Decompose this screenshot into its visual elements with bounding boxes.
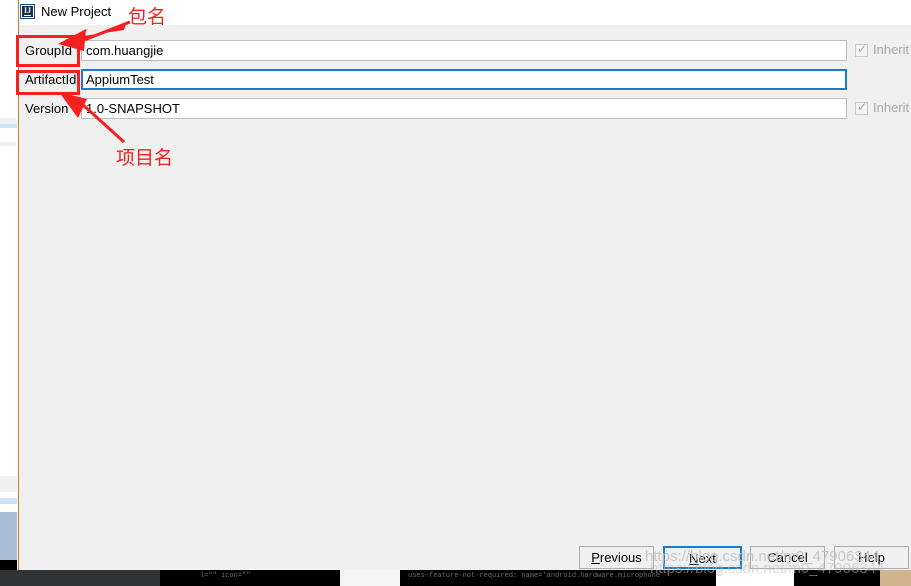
intellij-idea-icon: IJ: [20, 4, 35, 19]
groupid-inherit-label: Inherit: [873, 42, 910, 57]
version-input[interactable]: 1.0-SNAPSHOT: [81, 98, 847, 119]
previous-button[interactable]: Previous: [579, 546, 654, 569]
version-label: Version: [25, 101, 69, 116]
checkbox-box: ✓: [855, 42, 868, 57]
ide-bg-cell: [0, 0, 17, 118]
version-inherit-label: Inherit: [873, 100, 910, 115]
code-segment: [0, 570, 160, 586]
project-name-annotation: 项目名: [116, 147, 174, 169]
ide-bg-cell: [0, 476, 17, 493]
maven-coordinates-form: GroupId com.huangjie ✓ Inherit ArtifactI…: [19, 25, 911, 520]
groupid-highlight-box: [16, 35, 80, 67]
ide-bg-cell: [0, 146, 17, 476]
code-segment-tan: [880, 570, 911, 586]
code-text: l="" icon="": [200, 572, 251, 580]
artifactid-highlight-box: [16, 70, 80, 95]
ide-bg-cell: [0, 504, 17, 512]
ide-bg-panel: [0, 512, 17, 560]
package-name-annotation: 包名: [128, 6, 167, 28]
code-segment-light: [340, 570, 400, 586]
ide-bg-cell: [0, 128, 17, 142]
code-text: uses-feature-not-required: name='android…: [408, 572, 665, 580]
version-value: 1.0-SNAPSHOT: [86, 101, 180, 116]
groupid-value: com.huangjie: [86, 43, 164, 58]
dialog-title: New Project: [41, 4, 112, 19]
previous-button-mnemonic: P: [591, 550, 600, 565]
watermark-url-secondary: https://blog.csdn.net/m0_47906344: [650, 560, 885, 577]
groupid-input[interactable]: com.huangjie: [81, 40, 847, 61]
new-project-dialog: IJ New Project GroupId com.huangjie ✓ In…: [18, 0, 911, 570]
previous-button-label: revious: [599, 550, 642, 565]
checkbox-box: ✓: [855, 100, 868, 115]
screen-root: IJ New Project GroupId com.huangjie ✓ In…: [0, 0, 911, 586]
artifactid-input[interactable]: AppiumTest: [81, 69, 847, 90]
artifactid-value: AppiumTest: [86, 72, 154, 87]
